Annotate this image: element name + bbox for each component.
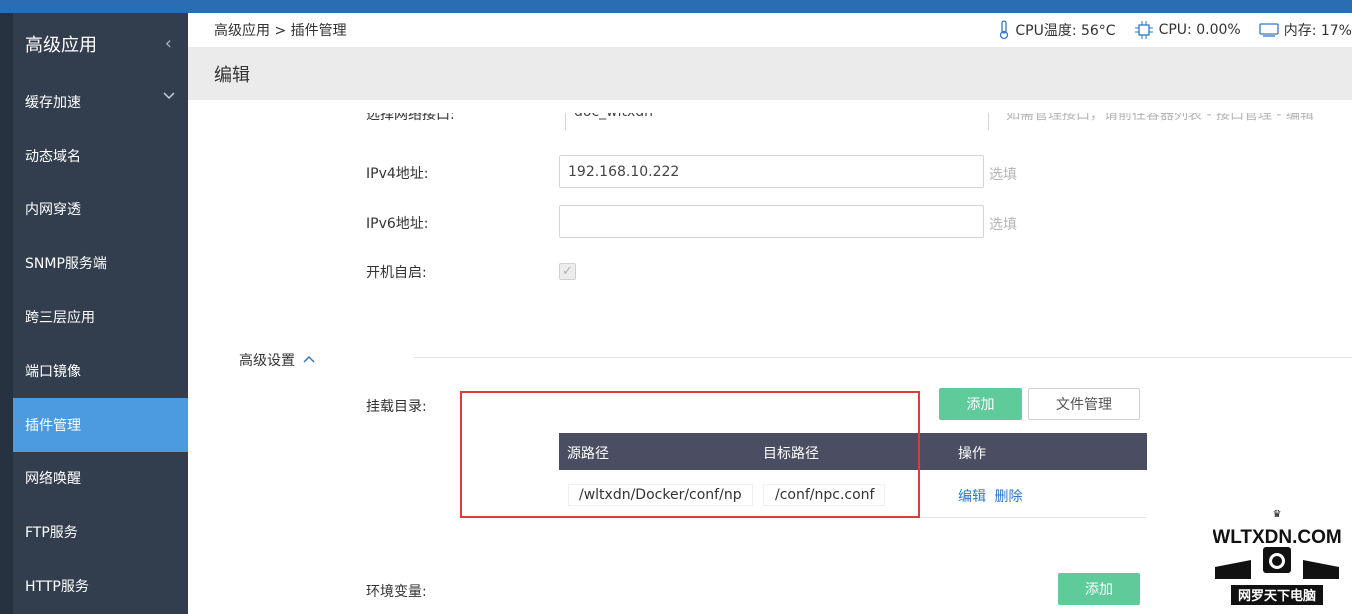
breadcrumb-bar: 高级应用 > 插件管理 CPU温度: 56°C CPU: 0.00% 内存: 1…	[188, 13, 1352, 47]
checkmark-icon: ✓	[562, 264, 573, 279]
sidebar-item-label: 插件管理	[25, 417, 81, 434]
chip-icon	[1134, 21, 1154, 39]
memory-stat: 内存: 17%	[1259, 20, 1352, 40]
autostart-label: 开机自启:	[366, 265, 427, 281]
top-accent-bar	[0, 0, 1352, 13]
sidebar-header: 高级应用 ‹	[13, 13, 188, 75]
sidebar-item-ftp[interactable]: FTP服务	[13, 505, 188, 559]
highlight-box	[460, 391, 920, 518]
interface-label: 选择网络接口:	[366, 113, 455, 123]
sidebar-item-label: 动态域名	[25, 148, 81, 165]
ipv4-input[interactable]: 192.168.10.222	[559, 155, 984, 188]
chevron-down-icon	[162, 89, 176, 107]
thermometer-icon	[998, 20, 1010, 40]
sidebar-item-wol[interactable]: 网络唤醒	[13, 452, 188, 506]
ipv6-input[interactable]	[559, 205, 984, 238]
ipv6-hint: 选填	[989, 217, 1017, 233]
svg-text:♛: ♛	[1273, 509, 1282, 520]
delete-link[interactable]: 删除	[994, 489, 1022, 505]
sidebar-item-label: SNMP服务端	[25, 256, 107, 273]
advanced-settings-toggle[interactable]: 高级设置	[239, 350, 315, 370]
main-content: 高级应用 > 插件管理 CPU温度: 56°C CPU: 0.00% 内存: 1…	[188, 13, 1352, 614]
sidebar-item-port-mirror[interactable]: 端口镜像	[13, 344, 188, 398]
system-stats: CPU温度: 56°C CPU: 0.00% 内存: 17%	[998, 13, 1352, 47]
sidebar-item-plugins[interactable]: 插件管理	[13, 397, 188, 452]
env-label: 环境变量:	[366, 584, 427, 600]
cpu-stat: CPU: 0.00%	[1134, 21, 1241, 39]
chevron-left-icon[interactable]: ‹	[165, 33, 172, 54]
sidebar-title: 高级应用	[25, 35, 97, 56]
sidebar-item-label: FTP服务	[25, 525, 78, 542]
cpu-temp-stat: CPU温度: 56°C	[998, 20, 1116, 40]
sidebar-item-label: HTTP服务	[25, 579, 89, 596]
sidebar-item-http[interactable]: HTTP服务	[13, 559, 188, 613]
sidebar-item-label: 端口镜像	[25, 363, 81, 380]
section-divider	[413, 357, 1352, 358]
watermark-brand-text: WLTXDN.COM	[1213, 527, 1341, 548]
left-edge-strip	[0, 13, 13, 614]
sidebar-item-label: 跨三层应用	[25, 310, 95, 327]
edit-link[interactable]: 编辑	[958, 489, 986, 505]
memory-icon	[1259, 22, 1279, 38]
page-title-bar: 编辑	[188, 47, 1352, 100]
row-actions: 编辑 删除	[958, 486, 1022, 506]
ipv6-label: IPv6地址:	[366, 216, 429, 232]
ipv4-label: IPv4地址:	[366, 166, 429, 182]
mount-label: 挂载目录:	[366, 399, 427, 415]
page-title: 编辑	[214, 64, 250, 86]
sidebar-item-label: 内网穿透	[25, 202, 81, 219]
sidebar: 高级应用 ‹ 缓存加速 动态域名 内网穿透 SNMP服务端 跨三层应用 端口镜像…	[13, 13, 188, 614]
interface-row-clipped: 选择网络接口: doc_wltxdn▾ 如需管理接口，请前往容器列表 - 接口管…	[366, 113, 1346, 130]
sidebar-item-label: 网络唤醒	[25, 471, 81, 488]
add-mount-button[interactable]: 添加	[939, 388, 1022, 420]
chevron-up-icon	[303, 353, 315, 369]
sidebar-item-layer3[interactable]: 跨三层应用	[13, 290, 188, 344]
column-header-actions: 操作	[958, 446, 986, 462]
sidebar-item-ddns[interactable]: 动态域名	[13, 129, 188, 183]
ipv4-hint: 选填	[989, 167, 1017, 183]
interface-hint: 如需管理接口，请前往容器列表 - 接口管理 - 编辑	[1006, 113, 1314, 123]
file-manage-button[interactable]: 文件管理	[1028, 388, 1140, 420]
autostart-checkbox[interactable]: ✓	[559, 263, 576, 280]
chevron-down-icon: ▾	[977, 113, 982, 116]
sidebar-item-label: 缓存加速	[25, 94, 81, 111]
watermark-subtext: 网罗天下电脑	[1238, 588, 1316, 604]
watermark-logo: ♛ WLTXDN.COM 网罗天下电脑	[1212, 505, 1342, 610]
interface-select[interactable]: doc_wltxdn▾	[565, 113, 989, 130]
sidebar-item-nat-traversal[interactable]: 内网穿透	[13, 183, 188, 237]
sidebar-item-snmp[interactable]: SNMP服务端	[13, 236, 188, 290]
sidebar-item-cache[interactable]: 缓存加速	[13, 75, 188, 129]
add-env-button[interactable]: 添加	[1058, 573, 1140, 605]
breadcrumb: 高级应用 > 插件管理	[214, 23, 347, 39]
